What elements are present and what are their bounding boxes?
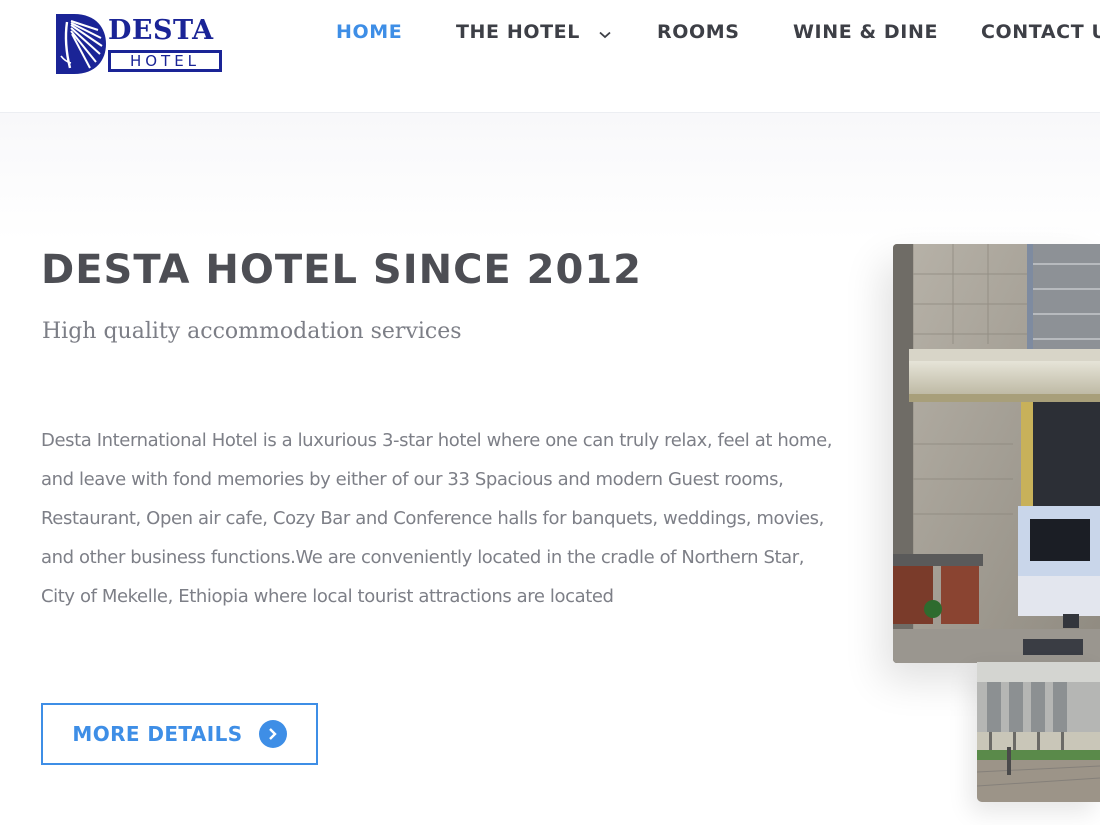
more-details-label: MORE DETAILS — [72, 722, 243, 746]
hero-description: Desta International Hotel is a luxurious… — [41, 430, 833, 607]
logo-hotel-box: HOTEL — [108, 50, 222, 72]
hero-subtitle: High quality accommodation services — [42, 319, 462, 344]
hotel-exterior-photo — [977, 662, 1100, 802]
chevron-right-circle-icon — [258, 720, 287, 748]
logo-wordmark-desta: DESTA — [108, 15, 214, 46]
hero-title: DESTA HOTEL SINCE 2012 — [41, 247, 643, 293]
chevron-down-icon — [599, 21, 611, 45]
hotel-entrance-image — [893, 244, 1100, 663]
desta-hotel-logo[interactable]: DESTA HOTEL — [52, 12, 224, 76]
logo-wordmark-hotel: HOTEL — [110, 52, 220, 70]
nav-item-wine-dine[interactable]: WINE & DINE — [793, 20, 938, 44]
logo-emblem-icon — [56, 14, 106, 74]
nav-item-contact[interactable]: CONTACT U — [981, 20, 1100, 44]
nav-item-home[interactable]: HOME — [336, 20, 402, 44]
hotel-exterior-image — [977, 662, 1100, 802]
site-header: DESTA HOTEL HOME THE HOTEL ROOMS WINE & … — [0, 0, 1100, 113]
nav-item-the-hotel[interactable]: THE HOTEL — [456, 20, 611, 45]
more-details-button[interactable]: MORE DETAILS — [41, 703, 318, 765]
nav-item-rooms[interactable]: ROOMS — [657, 20, 740, 44]
nav-item-the-hotel-label: THE HOTEL — [456, 21, 580, 43]
hotel-entrance-photo — [893, 244, 1100, 663]
